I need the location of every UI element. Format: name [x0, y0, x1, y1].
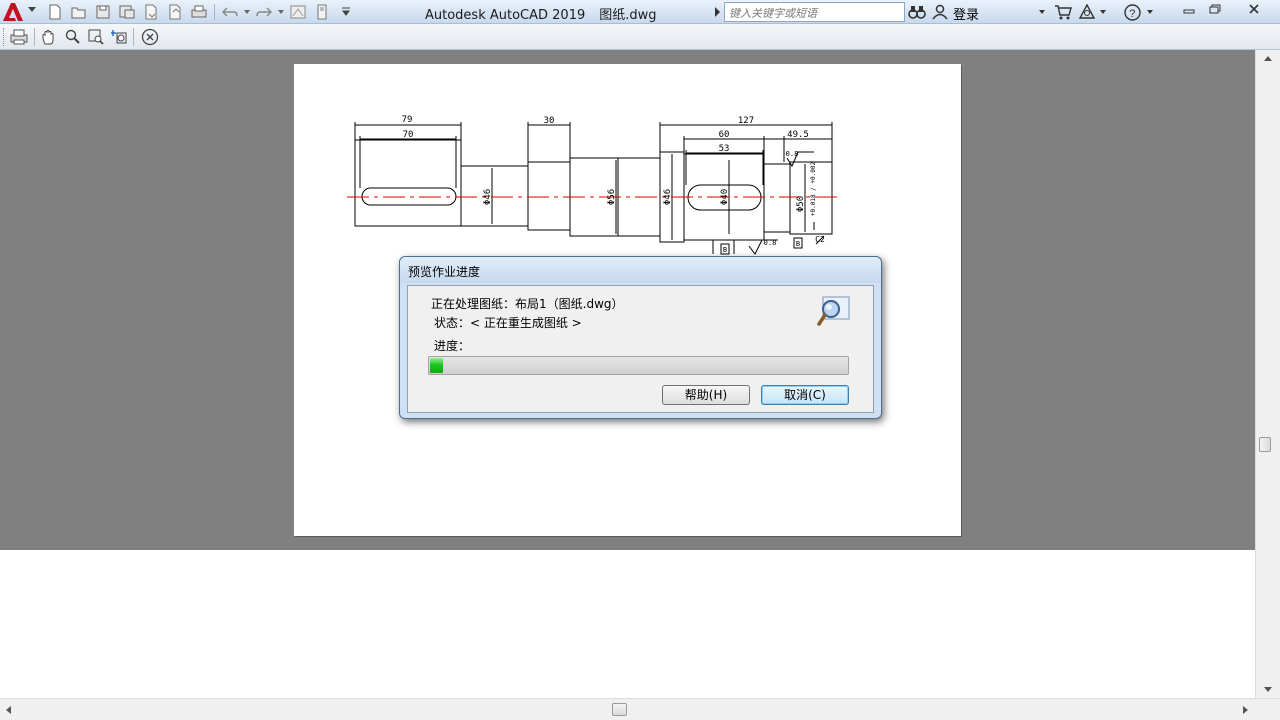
undo-icon[interactable] — [219, 2, 241, 22]
window-title: Autodesk AutoCAD 2019 图纸.dwg — [425, 4, 657, 23]
open-folder-icon[interactable] — [68, 2, 90, 22]
save-icon[interactable] — [92, 2, 114, 22]
datum-label: B — [723, 246, 727, 254]
quick-access-toolbar — [44, 2, 357, 22]
progress-bar — [428, 356, 849, 375]
roughness-label: 0.8 — [764, 239, 777, 247]
diameter-label: Φ40 — [720, 189, 730, 205]
web-open-icon[interactable] — [140, 2, 162, 22]
help-dropdown-icon[interactable] — [1147, 10, 1153, 14]
search-input[interactable]: 键入关键字或短语 — [724, 2, 905, 22]
diameter-label: Φ46 — [663, 189, 673, 205]
search-expand-arrow-icon[interactable] — [715, 7, 720, 17]
toolbar-grip[interactable] — [3, 28, 6, 46]
dim-label: 127 — [738, 116, 754, 126]
magnifier-icon — [817, 295, 851, 327]
autocad-logo-icon[interactable] — [2, 2, 24, 22]
login-link[interactable]: 登录 — [953, 4, 979, 23]
dim-label: 53 — [719, 144, 730, 154]
diameter-label: Φ56 — [607, 189, 617, 205]
print-icon[interactable] — [8, 26, 30, 48]
dialog-title: 预览作业进度 — [408, 265, 481, 279]
canvas-background — [0, 550, 1255, 698]
dim-label: 49.5 — [787, 130, 809, 140]
scroll-down-arrow-icon[interactable] — [1264, 687, 1272, 692]
svg-text:?: ? — [1129, 8, 1135, 20]
zoom-icon[interactable] — [62, 26, 84, 48]
redo-icon[interactable] — [253, 2, 275, 22]
datum-label: B — [796, 240, 800, 248]
new-file-icon[interactable] — [44, 2, 66, 22]
vertical-scroll-thumb[interactable] — [1259, 437, 1271, 452]
cancel-button[interactable]: 取消(C) — [761, 385, 849, 405]
progress-bar-fill — [430, 358, 443, 373]
dialog-body: 正在处理图纸：布局1（图纸.dwg） 状态：< 正在重生成图纸 > 进度： 帮助… — [407, 285, 874, 413]
file-name: 图纸.dwg — [599, 8, 657, 23]
scroll-left-arrow-icon[interactable] — [6, 706, 11, 714]
restore-button[interactable] — [1202, 0, 1228, 18]
vertical-scrollbar[interactable] — [1255, 50, 1280, 698]
save-as-icon[interactable] — [116, 2, 138, 22]
horizontal-scrollbar[interactable] — [0, 698, 1280, 720]
share-icon[interactable] — [287, 2, 309, 22]
application-menu-arrow-icon[interactable] — [28, 7, 36, 12]
status-text: 状态：< 正在重生成图纸 > — [434, 316, 582, 330]
diameter-label: Φ50 — [796, 196, 806, 212]
diameter-label: Φ46 — [483, 189, 493, 205]
processing-text: 正在处理图纸：布局1（图纸.dwg） — [431, 297, 624, 311]
close-window-button[interactable] — [1232, 0, 1276, 18]
undo-dropdown-icon[interactable] — [243, 2, 251, 22]
customize-qat-dropdown-icon[interactable] — [335, 2, 357, 22]
preview-progress-dialog: 预览作业进度 正在处理图纸：布局1（图纸.dwg） 状态：< 正在重生成图纸 >… — [399, 256, 882, 419]
progress-label: 进度： — [434, 339, 471, 353]
binoculars-search-icon[interactable] — [908, 3, 926, 21]
plot-icon[interactable] — [188, 2, 210, 22]
login-dropdown-icon[interactable] — [1039, 10, 1045, 14]
help-icon[interactable]: ? — [1124, 3, 1141, 21]
cart-icon[interactable] — [1054, 3, 1072, 21]
app-name: Autodesk AutoCAD 2019 — [425, 8, 586, 23]
minimize-button[interactable] — [1176, 0, 1202, 18]
user-icon[interactable] — [932, 3, 948, 21]
redo-dropdown-icon[interactable] — [277, 2, 285, 22]
dim-label: 79 — [402, 115, 413, 125]
dim-label: 60 — [719, 130, 730, 140]
close-preview-icon[interactable] — [139, 26, 161, 48]
web-save-icon[interactable] — [164, 2, 186, 22]
pan-hand-icon[interactable] — [38, 26, 60, 48]
separator — [34, 28, 35, 46]
scroll-right-arrow-icon[interactable] — [1243, 706, 1248, 714]
separator — [133, 28, 134, 46]
exchange-icon[interactable] — [1078, 3, 1096, 21]
exchange-dropdown-icon[interactable] — [1100, 10, 1106, 14]
zoom-window-icon[interactable] — [85, 26, 107, 48]
separator — [214, 4, 215, 20]
workspace-icon[interactable] — [311, 2, 333, 22]
title-bar: Autodesk AutoCAD 2019 图纸.dwg 键入关键字或短语 登录 … — [0, 0, 1280, 24]
help-button[interactable]: 帮助(H) — [662, 385, 750, 405]
chamfer-label: C2 — [815, 235, 825, 244]
horizontal-scroll-thumb[interactable] — [612, 703, 627, 716]
roughness-label: 0.8 — [786, 150, 799, 158]
preview-toolbar — [0, 24, 1280, 50]
tolerance-label: +0.018 / +0.002 — [810, 162, 817, 217]
zoom-original-icon[interactable] — [108, 26, 130, 48]
scroll-up-arrow-icon[interactable] — [1264, 56, 1272, 61]
dim-label: 30 — [544, 116, 555, 126]
dim-label: 70 — [403, 130, 414, 140]
dialog-title-bar[interactable]: 预览作业进度 — [400, 257, 881, 283]
